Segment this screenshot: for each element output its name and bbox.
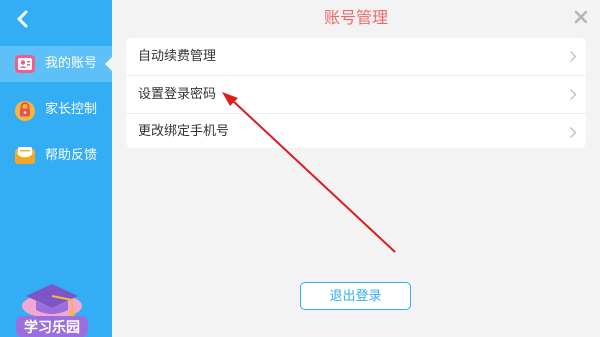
logo-text: 学习乐园 — [24, 319, 80, 336]
logout-button[interactable]: 退出登录 — [300, 282, 411, 310]
menu-row-label: 设置登录密码 — [138, 87, 217, 102]
sidebar-item-label: 帮助反馈 — [45, 148, 98, 163]
chevron-right-icon — [570, 89, 577, 100]
menu-row-set-password[interactable]: 设置登录密码 — [126, 76, 586, 114]
sidebar-item-help-feedback[interactable]: 帮助反馈 — [0, 138, 112, 174]
envelope-icon — [15, 147, 35, 164]
account-card-icon — [15, 55, 35, 73]
main-panel: 账号管理 自动续费管理 设置登录密码 更改绑定手机号 退出登录 — [112, 0, 600, 337]
sidebar-item-my-account[interactable]: 我的账号 — [0, 46, 112, 82]
account-settings-card: 自动续费管理 设置登录密码 更改绑定手机号 — [126, 38, 586, 148]
back-button[interactable] — [12, 8, 34, 30]
chevron-right-icon — [570, 51, 577, 62]
chevron-right-icon — [570, 127, 577, 138]
sidebar-item-label: 家长控制 — [45, 102, 98, 117]
chevron-left-icon — [17, 10, 28, 28]
close-icon[interactable] — [574, 10, 588, 24]
learning-park-logo: 学习乐园 — [16, 284, 88, 337]
lock-icon — [15, 101, 35, 121]
sidebar-item-parental-control[interactable]: 家长控制 — [0, 92, 112, 128]
page-title: 账号管理 — [323, 8, 388, 27]
menu-row-label: 自动续费管理 — [138, 49, 217, 64]
sidebar: 我的账号 家长控制 帮助反馈 学习乐园 — [0, 0, 112, 337]
sidebar-item-label: 我的账号 — [45, 56, 98, 71]
menu-row-auto-renewal[interactable]: 自动续费管理 — [126, 38, 586, 76]
menu-row-change-phone[interactable]: 更改绑定手机号 — [126, 114, 586, 148]
menu-row-label: 更改绑定手机号 — [138, 124, 230, 139]
